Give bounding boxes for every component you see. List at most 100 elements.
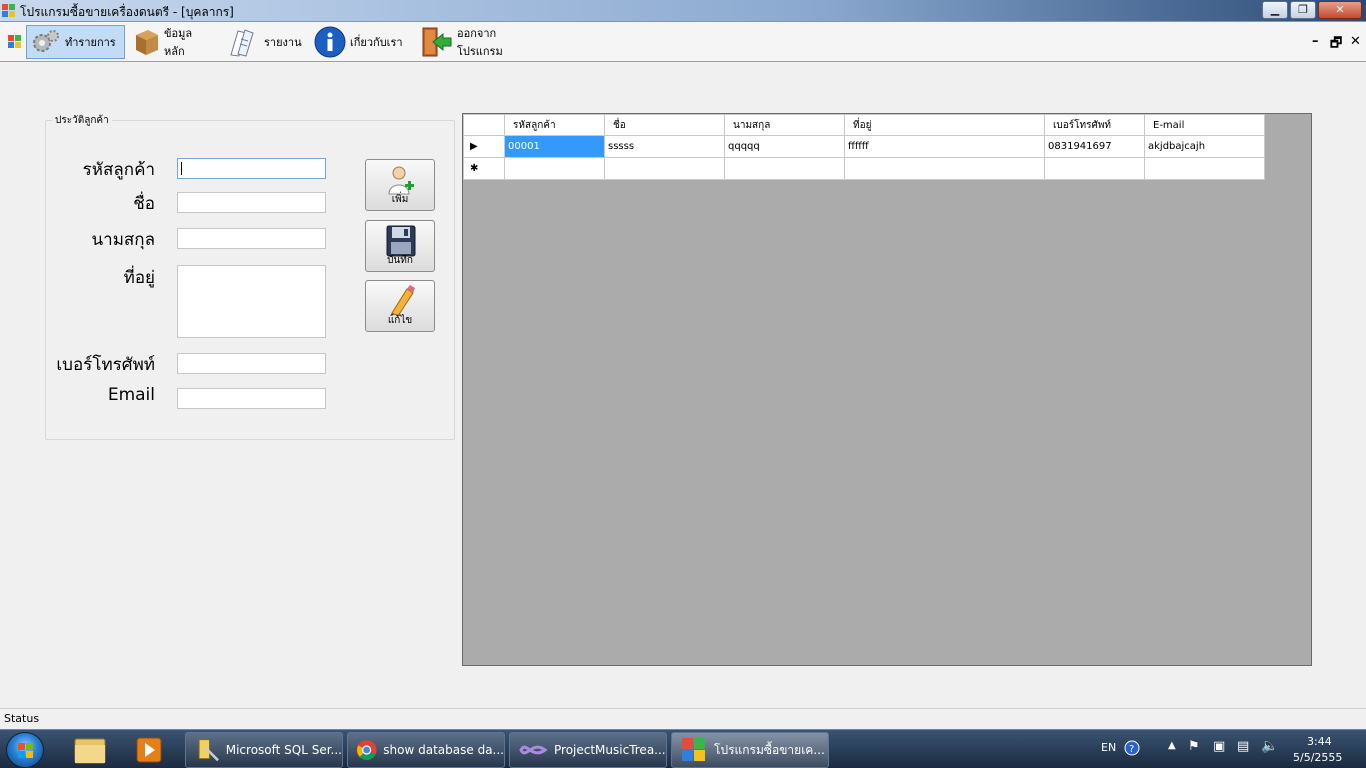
menu-transactions[interactable]: ทำรายการ — [26, 25, 125, 59]
maximize-button[interactable]: ❐ — [1290, 1, 1316, 19]
grid-cell[interactable] — [1044, 157, 1145, 180]
column-header[interactable]: นามสกุล — [724, 114, 845, 136]
column-header[interactable]: เบอร์โทรศัพท์ — [1044, 114, 1145, 136]
svg-text:?: ? — [1129, 744, 1134, 755]
table-row-new[interactable]: ✱ — [463, 157, 1265, 180]
task-chrome[interactable]: show database da... — [347, 732, 505, 768]
chrome-icon — [356, 740, 377, 760]
edit-button[interactable]: แก้ไข — [365, 280, 435, 332]
column-header[interactable]: E-mail — [1144, 114, 1265, 136]
clock-time[interactable]: 3:44 — [1307, 735, 1332, 748]
help-icon[interactable]: ? — [1124, 740, 1140, 756]
phone-input[interactable] — [177, 353, 326, 374]
task-label: โปรแกรมซื้อขายเค... — [714, 742, 825, 757]
gears-icon — [33, 30, 59, 52]
start-button[interactable] — [6, 732, 44, 768]
save-button[interactable]: บันทึก — [365, 220, 435, 272]
menu-exit[interactable]: ออกจากโปรแกรม — [415, 25, 545, 59]
menu-master-data-label: ข้อมูลหลัก — [164, 27, 193, 58]
task-label: show database da... — [383, 743, 504, 757]
menu-about[interactable]: เกี่ยวกับเรา — [310, 25, 410, 59]
grid-corner-header[interactable] — [463, 114, 505, 136]
papers-icon — [230, 29, 254, 57]
menu-transactions-label: ทำรายการ — [65, 36, 116, 49]
menu-exit-label: ออกจากโปรแกรม — [457, 27, 503, 58]
text-caret — [181, 162, 182, 175]
language-indicator[interactable]: EN — [1101, 741, 1116, 754]
label-last-name: นามสกุล — [91, 230, 155, 250]
task-label: Microsoft SQL Ser... — [225, 743, 342, 757]
grid-cell[interactable]: 0831941697 — [1044, 135, 1145, 158]
close-button[interactable]: ✕ — [1318, 1, 1362, 19]
grid-cell[interactable]: sssss — [604, 135, 725, 158]
label-email: Email — [107, 385, 155, 405]
window-title: โปรแกรมซื้อขายเครื่องดนตรี - [บุคลากร] — [20, 5, 234, 19]
add-button-label: เพิ่ม — [391, 194, 409, 205]
clock-date[interactable]: 5/5/2555 — [1293, 751, 1342, 764]
datagrid-table: รหัสลูกค้า ชื่อ นามสกุล ที่อยู่ เบอร์โทร… — [463, 114, 1265, 180]
close-icon: ✕ — [1335, 3, 1345, 16]
tray-expand-icon[interactable]: ▲ — [1168, 740, 1176, 751]
app-icon — [682, 738, 705, 761]
mdi-restore-icon[interactable]: 🗗 — [1330, 34, 1342, 56]
pinned-explorer[interactable] — [65, 733, 115, 767]
grid-cell[interactable]: qqqqq — [724, 135, 845, 158]
label-customer-id: รหัสลูกค้า — [82, 160, 155, 180]
customer-id-input[interactable] — [177, 158, 326, 179]
media-player-icon — [136, 737, 162, 763]
taskbar: Microsoft SQL Ser... show database da...… — [0, 729, 1366, 768]
exit-door-icon — [422, 27, 452, 57]
email-input[interactable] — [177, 388, 326, 409]
status-bar: Status — [0, 708, 1366, 729]
mdi-minimize-icon[interactable]: – — [1312, 34, 1319, 49]
folder-icon — [74, 738, 106, 764]
box-icon — [136, 30, 158, 55]
grid-cell[interactable] — [504, 157, 605, 180]
column-header[interactable]: ชื่อ — [604, 114, 725, 136]
last-name-input[interactable] — [177, 228, 326, 249]
customer-datagrid[interactable]: รหัสลูกค้า ชื่อ นามสกุล ที่อยู่ เบอร์โทร… — [462, 113, 1312, 666]
address-textarea[interactable] — [177, 265, 326, 338]
device-icon[interactable]: ▣ — [1213, 739, 1225, 754]
info-icon — [314, 26, 346, 58]
grid-cell[interactable] — [844, 157, 1045, 180]
task-music-app[interactable]: โปรแกรมซื้อขายเค... — [671, 732, 829, 768]
menu-master-data[interactable]: ข้อมูลหลัก — [128, 25, 216, 59]
task-sql-server[interactable]: Microsoft SQL Ser... — [185, 732, 343, 768]
first-name-input[interactable] — [177, 192, 326, 213]
mdi-close-icon[interactable]: ✕ — [1350, 34, 1361, 49]
grid-cell[interactable]: 00001 — [504, 135, 605, 158]
save-button-label: บันทึก — [387, 255, 413, 266]
groupbox-title: ประวัติลูกค้า — [52, 113, 112, 128]
grid-cell[interactable] — [1144, 157, 1265, 180]
add-button[interactable]: เพิ่ม — [365, 159, 435, 211]
menu-about-label: เกี่ยวกับเรา — [350, 36, 403, 49]
edit-button-label: แก้ไข — [387, 315, 413, 326]
action-center-flag-icon[interactable]: ⚑ — [1188, 739, 1200, 754]
sql-tools-icon — [198, 739, 219, 762]
minimize-icon: ▁ — [1270, 3, 1280, 16]
grid-cell[interactable] — [724, 157, 845, 180]
mdi-child-icon[interactable] — [8, 35, 22, 49]
task-visual-studio[interactable]: ProjectMusicTrea... — [509, 732, 667, 768]
column-header[interactable]: รหัสลูกค้า — [504, 114, 605, 136]
grid-cell[interactable] — [604, 157, 725, 180]
new-row-marker-icon[interactable]: ✱ — [463, 157, 505, 180]
minimize-button[interactable]: ▁ — [1262, 1, 1288, 19]
grid-cell[interactable]: akjdbajcajh — [1144, 135, 1265, 158]
volume-icon[interactable]: 🔈 — [1261, 738, 1278, 754]
menu-reports-label: รายงาน — [264, 36, 302, 49]
grid-cell[interactable]: ffffff — [844, 135, 1045, 158]
network-icon[interactable]: ▤ — [1237, 739, 1249, 754]
status-text: Status — [4, 712, 40, 725]
windows-logo-icon — [18, 743, 33, 758]
menu-bar: ทำรายการ ข้อมูลหลัก รายงาน เกี่ยวกับเรา — [0, 22, 1366, 62]
column-header[interactable]: ที่อยู่ — [844, 114, 1045, 136]
table-row[interactable]: ▶ 00001 sssss qqqqq ffffff 0831941697 ak… — [463, 135, 1265, 158]
title-bar: โปรแกรมซื้อขายเครื่องดนตรี - [บุคลากร] ▁… — [0, 0, 1366, 22]
pinned-media-player[interactable] — [124, 733, 174, 767]
row-current-marker-icon[interactable]: ▶ — [463, 135, 505, 158]
label-first-name: ชื่อ — [133, 194, 155, 214]
menu-reports[interactable]: รายงาน — [224, 25, 304, 59]
visual-studio-icon — [519, 745, 548, 755]
